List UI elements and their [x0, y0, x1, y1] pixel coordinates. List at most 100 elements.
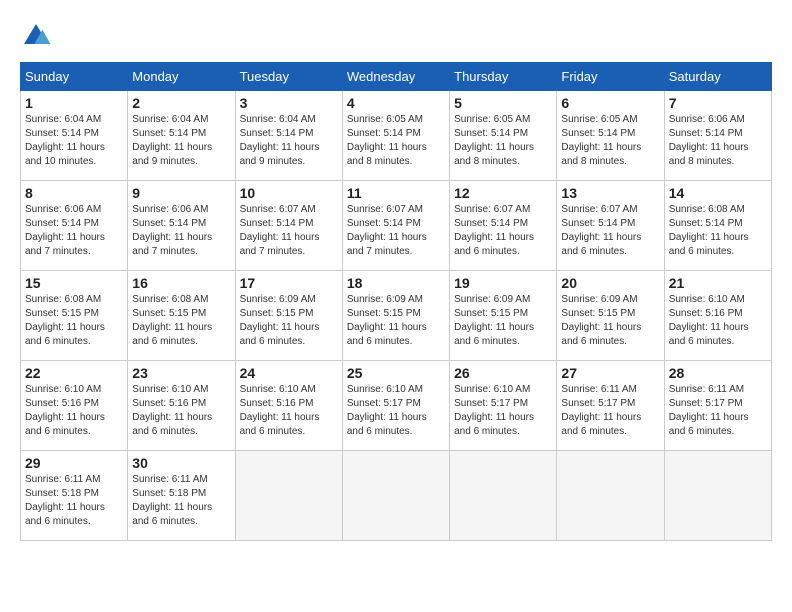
day-cell-6: 6 Sunrise: 6:05 AM Sunset: 5:14 PM Dayli… [557, 91, 664, 181]
sunset-label: Sunset: 5:14 PM [454, 128, 528, 139]
sunrise-label: Sunrise: 6:07 AM [561, 204, 637, 215]
day-cell-2: 2 Sunrise: 6:04 AM Sunset: 5:14 PM Dayli… [128, 91, 235, 181]
daylight-label: Daylight: 11 hours and 6 minutes. [347, 322, 427, 347]
daylight-label: Daylight: 11 hours and 6 minutes. [669, 322, 749, 347]
day-number: 1 [25, 95, 123, 111]
day-number: 16 [132, 275, 230, 291]
day-info: Sunrise: 6:05 AM Sunset: 5:14 PM Dayligh… [454, 113, 552, 169]
empty-cell [450, 451, 557, 541]
day-number: 23 [132, 365, 230, 381]
sunset-label: Sunset: 5:14 PM [240, 128, 314, 139]
daylight-label: Daylight: 11 hours and 6 minutes. [454, 232, 534, 257]
day-info: Sunrise: 6:04 AM Sunset: 5:14 PM Dayligh… [25, 113, 123, 169]
day-number: 14 [669, 185, 767, 201]
week-row-4: 22 Sunrise: 6:10 AM Sunset: 5:16 PM Dayl… [21, 361, 772, 451]
sunset-label: Sunset: 5:16 PM [25, 398, 99, 409]
sunset-label: Sunset: 5:16 PM [240, 398, 314, 409]
day-info: Sunrise: 6:09 AM Sunset: 5:15 PM Dayligh… [454, 293, 552, 349]
col-header-saturday: Saturday [664, 63, 771, 91]
day-info: Sunrise: 6:11 AM Sunset: 5:17 PM Dayligh… [561, 383, 659, 439]
sunset-label: Sunset: 5:14 PM [132, 218, 206, 229]
sunrise-label: Sunrise: 6:11 AM [669, 384, 744, 395]
day-info: Sunrise: 6:10 AM Sunset: 5:16 PM Dayligh… [132, 383, 230, 439]
day-number: 5 [454, 95, 552, 111]
daylight-label: Daylight: 11 hours and 6 minutes. [454, 412, 534, 437]
sunset-label: Sunset: 5:15 PM [454, 308, 528, 319]
day-cell-10: 10 Sunrise: 6:07 AM Sunset: 5:14 PM Dayl… [235, 181, 342, 271]
day-cell-8: 8 Sunrise: 6:06 AM Sunset: 5:14 PM Dayli… [21, 181, 128, 271]
day-cell-27: 27 Sunrise: 6:11 AM Sunset: 5:17 PM Dayl… [557, 361, 664, 451]
sunset-label: Sunset: 5:16 PM [132, 398, 206, 409]
day-number: 17 [240, 275, 338, 291]
sunset-label: Sunset: 5:17 PM [347, 398, 421, 409]
sunset-label: Sunset: 5:14 PM [240, 218, 314, 229]
calendar-header-row: SundayMondayTuesdayWednesdayThursdayFrid… [21, 63, 772, 91]
sunrise-label: Sunrise: 6:04 AM [25, 114, 101, 125]
sunset-label: Sunset: 5:14 PM [669, 218, 743, 229]
day-cell-18: 18 Sunrise: 6:09 AM Sunset: 5:15 PM Dayl… [342, 271, 449, 361]
sunset-label: Sunset: 5:15 PM [25, 308, 99, 319]
day-number: 4 [347, 95, 445, 111]
day-number: 12 [454, 185, 552, 201]
sunrise-label: Sunrise: 6:11 AM [132, 474, 207, 485]
col-header-tuesday: Tuesday [235, 63, 342, 91]
sunset-label: Sunset: 5:14 PM [561, 218, 635, 229]
day-number: 25 [347, 365, 445, 381]
day-number: 15 [25, 275, 123, 291]
day-cell-1: 1 Sunrise: 6:04 AM Sunset: 5:14 PM Dayli… [21, 91, 128, 181]
daylight-label: Daylight: 11 hours and 6 minutes. [132, 412, 212, 437]
day-number: 26 [454, 365, 552, 381]
sunset-label: Sunset: 5:14 PM [347, 128, 421, 139]
day-cell-29: 29 Sunrise: 6:11 AM Sunset: 5:18 PM Dayl… [21, 451, 128, 541]
day-cell-9: 9 Sunrise: 6:06 AM Sunset: 5:14 PM Dayli… [128, 181, 235, 271]
day-number: 2 [132, 95, 230, 111]
sunrise-label: Sunrise: 6:10 AM [132, 384, 208, 395]
day-info: Sunrise: 6:06 AM Sunset: 5:14 PM Dayligh… [132, 203, 230, 259]
day-info: Sunrise: 6:10 AM Sunset: 5:16 PM Dayligh… [240, 383, 338, 439]
daylight-label: Daylight: 11 hours and 10 minutes. [25, 142, 105, 167]
day-info: Sunrise: 6:10 AM Sunset: 5:16 PM Dayligh… [669, 293, 767, 349]
col-header-sunday: Sunday [21, 63, 128, 91]
day-number: 29 [25, 455, 123, 471]
sunrise-label: Sunrise: 6:10 AM [347, 384, 423, 395]
sunset-label: Sunset: 5:18 PM [25, 488, 99, 499]
sunrise-label: Sunrise: 6:09 AM [347, 294, 423, 305]
day-number: 10 [240, 185, 338, 201]
daylight-label: Daylight: 11 hours and 6 minutes. [347, 412, 427, 437]
day-cell-12: 12 Sunrise: 6:07 AM Sunset: 5:14 PM Dayl… [450, 181, 557, 271]
sunset-label: Sunset: 5:14 PM [669, 128, 743, 139]
sunset-label: Sunset: 5:18 PM [132, 488, 206, 499]
day-info: Sunrise: 6:09 AM Sunset: 5:15 PM Dayligh… [240, 293, 338, 349]
sunset-label: Sunset: 5:17 PM [454, 398, 528, 409]
sunrise-label: Sunrise: 6:11 AM [25, 474, 100, 485]
day-info: Sunrise: 6:09 AM Sunset: 5:15 PM Dayligh… [347, 293, 445, 349]
day-info: Sunrise: 6:08 AM Sunset: 5:15 PM Dayligh… [132, 293, 230, 349]
sunrise-label: Sunrise: 6:06 AM [25, 204, 101, 215]
week-row-2: 8 Sunrise: 6:06 AM Sunset: 5:14 PM Dayli… [21, 181, 772, 271]
week-row-3: 15 Sunrise: 6:08 AM Sunset: 5:15 PM Dayl… [21, 271, 772, 361]
week-row-5: 29 Sunrise: 6:11 AM Sunset: 5:18 PM Dayl… [21, 451, 772, 541]
day-info: Sunrise: 6:09 AM Sunset: 5:15 PM Dayligh… [561, 293, 659, 349]
sunrise-label: Sunrise: 6:09 AM [240, 294, 316, 305]
empty-cell [342, 451, 449, 541]
sunrise-label: Sunrise: 6:05 AM [347, 114, 423, 125]
day-number: 30 [132, 455, 230, 471]
sunset-label: Sunset: 5:14 PM [561, 128, 635, 139]
sunset-label: Sunset: 5:15 PM [347, 308, 421, 319]
sunrise-label: Sunrise: 6:08 AM [132, 294, 208, 305]
sunset-label: Sunset: 5:15 PM [240, 308, 314, 319]
day-info: Sunrise: 6:07 AM Sunset: 5:14 PM Dayligh… [561, 203, 659, 259]
day-number: 24 [240, 365, 338, 381]
day-number: 28 [669, 365, 767, 381]
day-info: Sunrise: 6:04 AM Sunset: 5:14 PM Dayligh… [240, 113, 338, 169]
day-info: Sunrise: 6:07 AM Sunset: 5:14 PM Dayligh… [240, 203, 338, 259]
day-cell-20: 20 Sunrise: 6:09 AM Sunset: 5:15 PM Dayl… [557, 271, 664, 361]
daylight-label: Daylight: 11 hours and 7 minutes. [25, 232, 105, 257]
day-cell-25: 25 Sunrise: 6:10 AM Sunset: 5:17 PM Dayl… [342, 361, 449, 451]
day-number: 13 [561, 185, 659, 201]
sunrise-label: Sunrise: 6:10 AM [25, 384, 101, 395]
logo [20, 20, 56, 52]
day-number: 11 [347, 185, 445, 201]
sunrise-label: Sunrise: 6:05 AM [561, 114, 637, 125]
daylight-label: Daylight: 11 hours and 6 minutes. [454, 322, 534, 347]
